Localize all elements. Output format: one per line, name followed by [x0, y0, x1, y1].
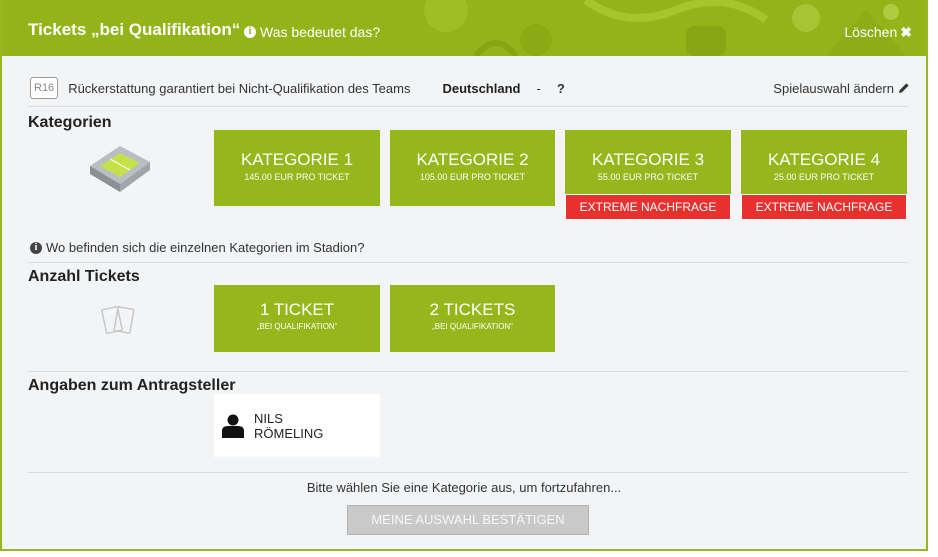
- opponent-name: ?: [556, 80, 565, 96]
- info-link-label: Was bedeutet das?: [260, 24, 381, 40]
- user-icon: [222, 414, 244, 438]
- change-match-link[interactable]: Spielauswahl ändern: [773, 81, 910, 96]
- divider: [28, 472, 908, 473]
- category-name: KATEGORIE 2: [416, 150, 529, 169]
- stadium-icon: [90, 146, 150, 192]
- ticket-count-1[interactable]: 1 TICKET „BEI QUALIFIKATION“: [214, 285, 380, 352]
- ticket-count-label: 1 TICKET: [259, 300, 335, 319]
- match-separator: -: [536, 80, 541, 96]
- category-price: 55.00 EUR PRO TICKET: [597, 172, 699, 182]
- panel-header: Tickets „bei Qualifikation“ i Was bedeut…: [2, 0, 926, 56]
- refund-text: Rückerstattung garantiert bei Nicht-Qual…: [68, 80, 411, 96]
- categories-title: Kategorien: [28, 114, 112, 131]
- stadium-hint-link[interactable]: i Wo befinden sich die einzelnen Kategor…: [30, 240, 364, 255]
- divider: [28, 106, 908, 107]
- page-title: Tickets „bei Qualifikation“: [28, 20, 241, 39]
- category-name: KATEGORIE 1: [240, 150, 354, 169]
- close-icon: ✖: [900, 24, 912, 40]
- info-icon: i: [30, 241, 42, 254]
- applicant-first-name: NILS: [254, 410, 283, 426]
- ticket-count-sub: „BEI QUALIFIKATION“: [432, 322, 513, 331]
- category-tile-2[interactable]: KATEGORIE 2 105.00 EUR PRO TICKET: [390, 130, 555, 206]
- close-label: Löschen: [844, 24, 898, 40]
- ticket-count-label: 2 TICKETS: [429, 300, 516, 319]
- round-badge: R16: [30, 77, 59, 99]
- stadium-hint-label: Wo befinden sich die einzelnen Kategorie…: [46, 240, 365, 255]
- applicant-name: NILS RÖMELING: [254, 411, 323, 441]
- applicant-last-name: RÖMELING: [254, 425, 324, 441]
- team-name: Deutschland: [442, 80, 521, 96]
- category-tile-1[interactable]: KATEGORIE 1 145.00 EUR PRO TICKET: [214, 130, 380, 206]
- tickets-icon: [101, 306, 135, 334]
- match-row: R16 Rückerstattung garantiert bei Nicht-…: [30, 74, 910, 102]
- divider: [28, 371, 908, 372]
- change-match-label: Spielauswahl ändern: [773, 80, 894, 96]
- info-link[interactable]: i Was bedeutet das?: [244, 24, 380, 40]
- category-price: 145.00 EUR PRO TICKET: [244, 172, 350, 182]
- demand-badge: EXTREME NACHFRAGE: [565, 194, 731, 220]
- applicant-title: Angaben zum Antragsteller: [28, 377, 236, 394]
- divider: [28, 262, 908, 263]
- confirm-button[interactable]: MEINE AUSWAHL BESTÄTIGEN: [347, 505, 589, 535]
- ticket-count-2[interactable]: 2 TICKETS „BEI QUALIFIKATION“: [390, 285, 555, 352]
- category-tile-4[interactable]: KATEGORIE 4 25.00 EUR PRO TICKET EXTREME…: [741, 130, 907, 220]
- category-tile-3[interactable]: KATEGORIE 3 55.00 EUR PRO TICKET EXTREME…: [565, 130, 731, 220]
- ticket-panel: Tickets „bei Qualifikation“ i Was bedeut…: [0, 0, 928, 551]
- category-name: KATEGORIE 4: [767, 150, 881, 169]
- applicant-card[interactable]: NILS RÖMELING: [214, 394, 380, 457]
- close-button[interactable]: Löschen ✖: [844, 24, 912, 41]
- continue-hint: Bitte wählen Sie eine Kategorie aus, um …: [306, 480, 622, 495]
- demand-badge: EXTREME NACHFRAGE: [741, 194, 907, 220]
- info-icon: i: [244, 26, 256, 38]
- category-price: 105.00 EUR PRO TICKET: [419, 172, 526, 182]
- tickets-title: Anzahl Tickets: [28, 268, 140, 285]
- category-name: KATEGORIE 3: [591, 150, 705, 169]
- pencil-icon: [899, 83, 909, 93]
- ticket-count-sub: „BEI QUALIFIKATION“: [256, 322, 338, 331]
- category-price: 25.00 EUR PRO TICKET: [773, 172, 875, 182]
